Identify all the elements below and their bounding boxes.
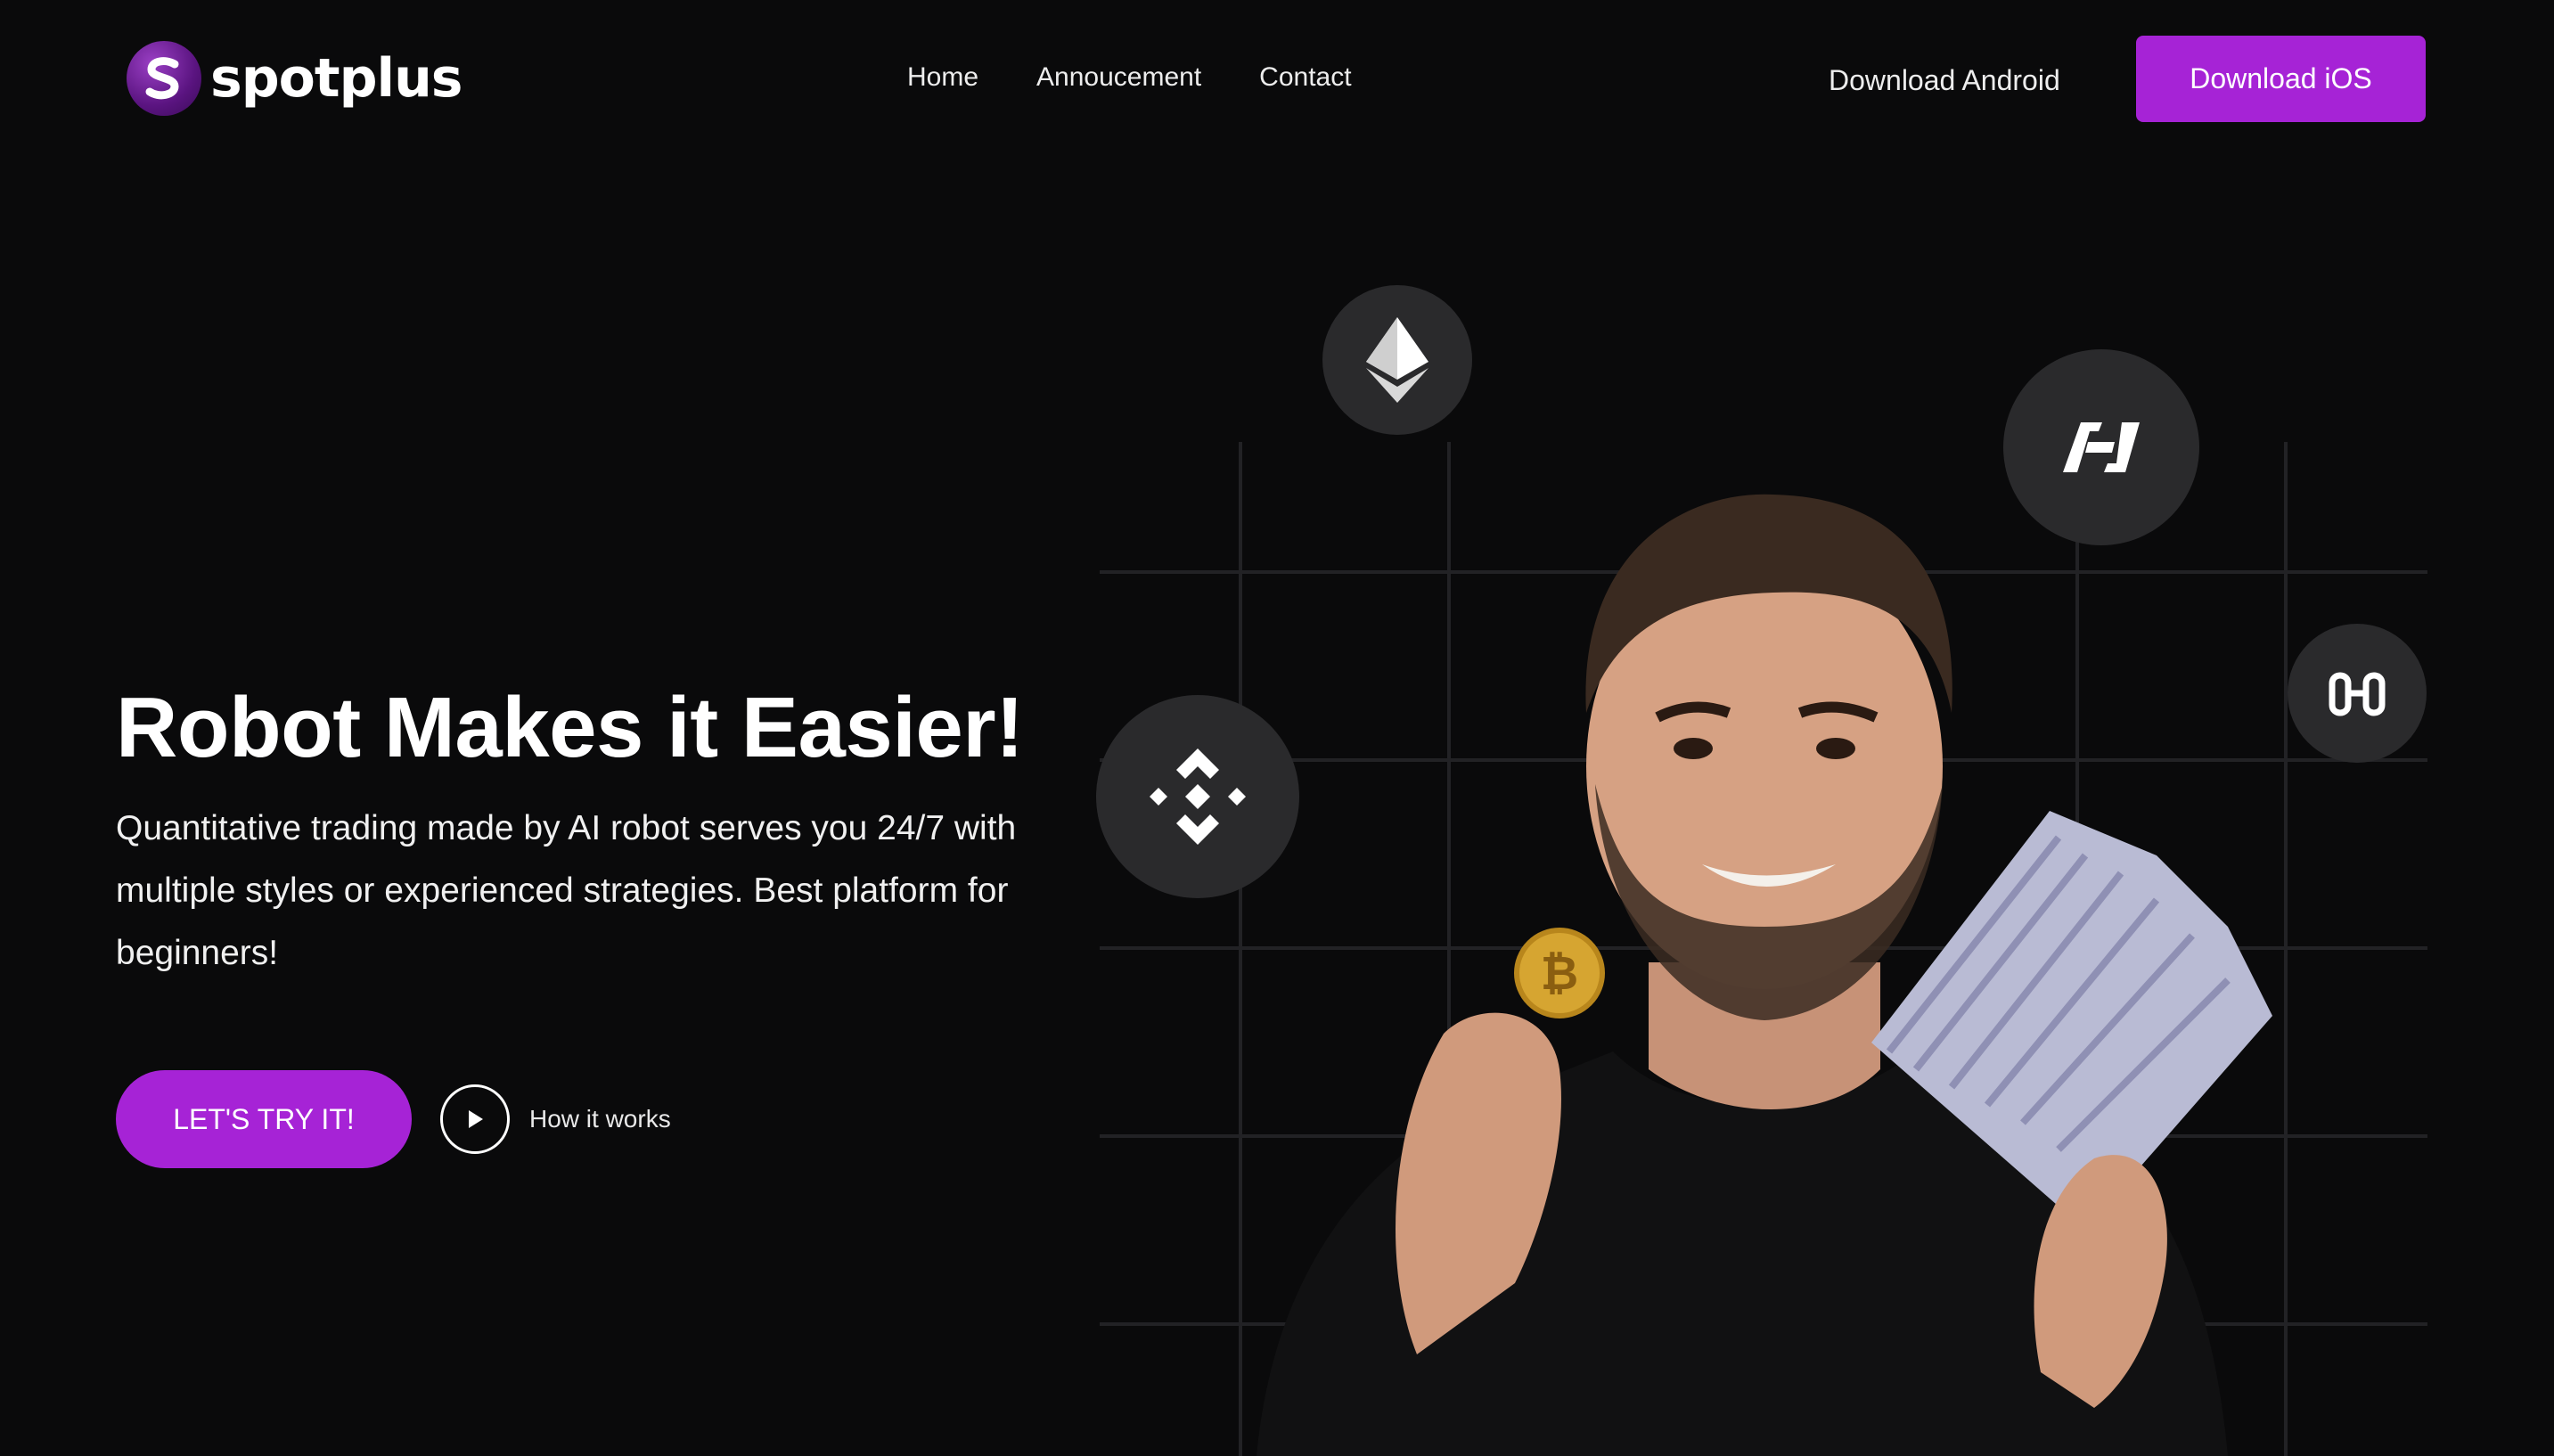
binance-badge bbox=[1096, 695, 1299, 898]
lets-try-it-button[interactable]: LET'S TRY IT! bbox=[116, 1070, 412, 1168]
brand-name: spotplus bbox=[210, 47, 463, 110]
svg-text:₿: ₿ bbox=[1541, 947, 1578, 1001]
hero-description: Quantitative trading made by AI robot se… bbox=[116, 809, 1017, 972]
hero-person-image: ₿ bbox=[1257, 494, 2272, 1456]
play-button[interactable] bbox=[440, 1084, 510, 1154]
landing-page: spotplus Home Annoucement Contact Downlo… bbox=[0, 0, 2554, 1456]
how-it-works-label: How it works bbox=[529, 1105, 671, 1133]
play-icon bbox=[469, 1110, 483, 1128]
spotplus-logo-icon bbox=[127, 41, 201, 116]
binance-icon bbox=[1150, 748, 1246, 845]
harmony-icon bbox=[2329, 672, 2386, 716]
nav-item-contact[interactable]: Contact bbox=[1259, 62, 1351, 93]
helium-badge bbox=[2003, 349, 2199, 545]
hero-title: Robot Makes it Easier! bbox=[116, 680, 1024, 775]
helium-icon bbox=[2063, 422, 2140, 472]
download-ios-button[interactable]: Download iOS bbox=[2136, 36, 2426, 122]
ethereum-icon bbox=[1366, 317, 1428, 403]
harmony-badge bbox=[2288, 624, 2427, 763]
download-android-link[interactable]: Download Android bbox=[1829, 64, 2060, 97]
nav-item-home[interactable]: Home bbox=[907, 62, 978, 93]
main-nav: Home Annoucement Contact bbox=[907, 62, 1352, 93]
ethereum-badge bbox=[1322, 285, 1472, 435]
how-it-works-link[interactable]: How it works bbox=[440, 1084, 671, 1154]
nav-item-announcement[interactable]: Annoucement bbox=[1036, 62, 1201, 93]
brand-logo[interactable]: spotplus bbox=[127, 41, 463, 116]
